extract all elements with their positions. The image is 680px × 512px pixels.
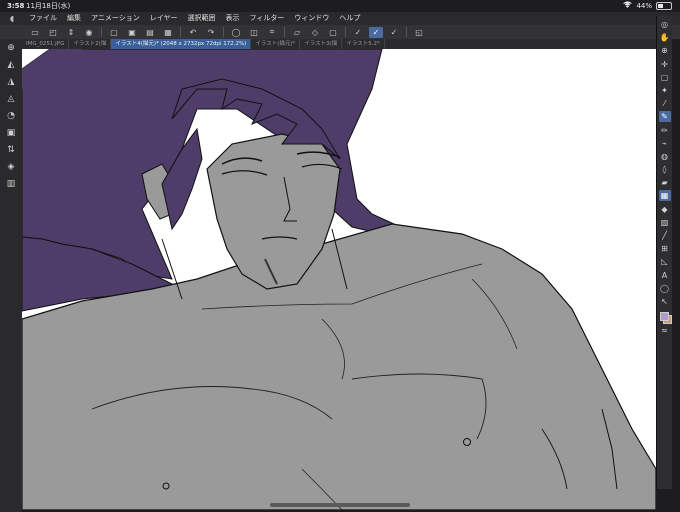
main-color-swatch[interactable] [659,312,669,322]
tab-illust-copy[interactable]: イラスト(描元)* [251,39,301,49]
toolbar-separator [406,27,407,37]
date: 11月18日(水) [26,2,71,10]
open-folder-icon[interactable]: ▤ [143,27,157,38]
tab-illust-4[interactable]: イラスト4(描元)* (2048 x 2732px 72dpi 172.2%) [111,39,252,49]
snap-icon[interactable]: ◇ [308,27,322,38]
fill-icon[interactable]: ◆ [659,204,671,215]
gradient-icon[interactable]: ▨ [659,217,671,228]
text-icon[interactable]: A [659,270,671,281]
status-bar: 3:58 11月18日(水) 44% [0,0,680,12]
menu-selection[interactable]: 選択範囲 [183,12,221,25]
sort-icon[interactable]: ⇅ [3,143,19,157]
zoom-icon[interactable]: ⊕ [659,45,671,56]
menu-layer[interactable]: レイヤー [145,12,183,25]
pencil-icon[interactable]: ✏ [659,125,671,136]
layers-icon[interactable]: ◈ [3,160,19,174]
balloon-icon[interactable]: ◯ [659,283,671,294]
menu-filter[interactable]: フィルター [245,12,290,25]
home-indicator[interactable] [270,503,410,507]
snap-icon[interactable]: ▢ [326,27,340,38]
move-icon[interactable]: ✛ [659,59,671,70]
clear-icon[interactable]: ▢ [107,27,121,38]
clock: 3:58 [7,2,25,10]
view-icon[interactable]: ◉ [82,27,96,38]
tab-img-0251[interactable]: IMG_0251.JPG [22,39,70,49]
fill-icon[interactable]: ▣ [125,27,139,38]
brush-icon[interactable]: ⌁ [659,138,671,149]
tool-palette: ◎ ✋ ⊕ ✛ ▢ ✦ ⁄ ✎ ✏ ⌁ ◍ ◊ ▰ ▦ ◆ ▨ ╱ ⊞ ◺ A … [656,16,672,489]
tab-illust-5[interactable]: イラスト5.2* [342,39,385,49]
save-icon[interactable]: ▦ [161,27,175,38]
open-icon[interactable]: ◰ [46,27,60,38]
menu-edit[interactable]: 編集 [62,12,86,25]
ruler-icon[interactable]: ◯ [229,27,243,38]
toolbar-separator [284,27,285,37]
menu-help[interactable]: ヘルプ [334,12,365,25]
app-icon[interactable]: ◖ [0,12,24,25]
stepper-icon[interactable]: ⇕ [64,27,78,38]
fill-icon[interactable]: ◮ [3,75,19,89]
select-layer-icon[interactable]: ↖ [659,296,671,307]
edit-pen-icon[interactable]: ✓ [387,27,401,38]
undo-icon[interactable]: ↶ [186,27,200,38]
zoom-icon[interactable]: ◎ [659,19,671,30]
battery-percent: 44% [636,2,652,10]
search-icon[interactable]: ⊕ [3,41,19,55]
toolbar-separator [345,27,346,37]
toolbar-separator [180,27,181,37]
pen-icon[interactable]: ✓ [351,27,365,38]
new-file-icon[interactable]: ▭ [28,27,42,38]
toolbar-separator [223,27,224,37]
smooth-pen-icon[interactable]: ✓ [369,26,383,38]
paste-icon[interactable]: ◱ [412,27,426,38]
wand-icon[interactable]: ✦ [659,85,671,96]
drawing-canvas[interactable] [22,49,656,510]
document-tabs: IMG_0251.JPG イラスト2(描 イラスト4(描元)* (2048 x … [22,39,656,49]
menu-view[interactable]: 表示 [221,12,245,25]
tab-illust-2[interactable]: イラスト2(描 [69,39,112,49]
fill-icon[interactable]: ◬ [3,92,19,106]
snap-icon[interactable]: ▱ [290,27,304,38]
line-icon[interactable]: ╱ [659,230,671,241]
battery-icon [656,2,672,10]
wifi-icon [623,0,633,12]
frame-icon[interactable]: ⊞ [659,243,671,254]
ruler-icon[interactable]: ◺ [659,256,671,267]
select-icon[interactable]: ▢ [659,72,671,83]
illustration [22,49,656,510]
eraser-icon[interactable]: ▰ [659,177,671,188]
transform-icon[interactable]: ◫ [247,27,261,38]
battery-fill [658,4,664,8]
toolbar-separator [101,27,102,37]
menu-animation[interactable]: アニメーション [86,12,145,25]
layer-icon[interactable]: ▣ [3,126,19,140]
watercolor-icon[interactable]: ◊ [659,164,671,175]
menu-bar: ◖ ファイル 編集 アニメーション レイヤー 選択範囲 表示 フィルター ウィン… [0,12,680,25]
folder-icon[interactable]: ▥ [3,177,19,191]
crop-icon[interactable]: ⌗ [265,27,279,38]
command-bar: ▭ ◰ ⇕ ◉ ▢ ▣ ▤ ▦ ↶ ↷ ◯ ◫ ⌗ ▱ ◇ ▢ ✓ ✓ ✓ ◱ [0,25,680,39]
left-toolbar: ⊕ ◭ ◮ ◬ ◔ ▣ ⇅ ◈ ▥ [0,39,22,512]
pen-icon[interactable]: ✎ [658,111,671,123]
hand-icon[interactable]: ✋ [659,32,671,43]
status-icons: 44% [623,0,672,12]
history-icon[interactable]: ◔ [3,109,19,123]
tab-illust-3[interactable]: イラスト3(描 [300,39,343,49]
menu-file[interactable]: ファイル [24,12,62,25]
eyedropper-icon[interactable]: ⁄ [659,98,671,109]
airbrush-icon[interactable]: ◍ [659,151,671,162]
blur-icon[interactable]: ▦ [658,190,671,202]
menu-window[interactable]: ウィンドウ [289,12,334,25]
wave-icon[interactable]: ≈ [659,325,671,336]
redo-icon[interactable]: ↷ [204,27,218,38]
fill-icon[interactable]: ◭ [3,58,19,72]
color-icon[interactable] [659,312,672,325]
